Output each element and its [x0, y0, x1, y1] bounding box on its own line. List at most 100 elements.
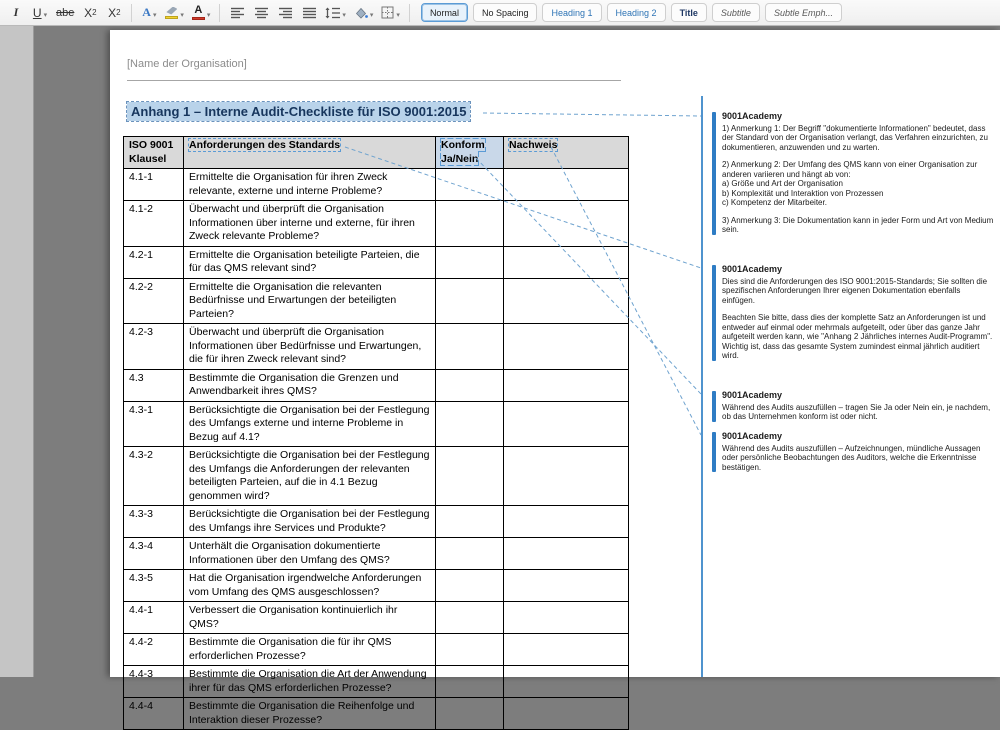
requirement-cell[interactable]: Bestimmte die Organisation die für ihr Q… — [184, 634, 436, 666]
style-chip-subtle-emph-[interactable]: Subtle Emph... — [765, 3, 842, 22]
text-effects-button[interactable]: A — [138, 3, 160, 23]
requirement-cell[interactable]: Bestimmte die Organisation die Art der A… — [184, 666, 436, 698]
clause-cell[interactable]: 4.3-5 — [124, 570, 184, 602]
comment[interactable]: 9001Academy Während des Audits auszufüll… — [712, 432, 994, 472]
align-left-button[interactable] — [226, 3, 248, 23]
header-iso-klausel[interactable]: ISO 9001 Klausel — [124, 137, 184, 169]
document-heading[interactable]: Anhang 1 – Interne Audit-Checkliste für … — [127, 102, 470, 121]
konform-cell[interactable] — [436, 246, 504, 278]
chevron-down-icon — [42, 6, 48, 20]
nachweis-cell[interactable] — [504, 634, 629, 666]
konform-cell[interactable] — [436, 278, 504, 324]
header-konform[interactable]: Konform Ja/Nein — [436, 137, 504, 169]
style-chip-no-spacing[interactable]: No Spacing — [473, 3, 538, 22]
comment[interactable]: 9001Academy Während des Audits auszufüll… — [712, 391, 994, 422]
nachweis-cell[interactable] — [504, 506, 629, 538]
requirement-cell[interactable]: Bestimmte die Organisation die Reihenfol… — [184, 698, 436, 730]
konform-cell[interactable] — [436, 698, 504, 730]
konform-cell[interactable] — [436, 201, 504, 247]
nachweis-cell[interactable] — [504, 201, 629, 247]
nachweis-cell[interactable] — [504, 169, 629, 201]
clause-cell[interactable]: 4.3-1 — [124, 401, 184, 447]
subscript-base: X — [84, 6, 92, 20]
nachweis-cell[interactable] — [504, 369, 629, 401]
requirement-cell[interactable]: Berücksichtigte die Organisation bei der… — [184, 447, 436, 506]
shading-button[interactable] — [351, 3, 377, 23]
comment[interactable]: 9001Academy 1) Anmerkung 1: Der Begriff … — [712, 112, 994, 235]
underline-button[interactable]: U — [29, 3, 51, 23]
nachweis-cell[interactable] — [504, 324, 629, 370]
nachweis-cell[interactable] — [504, 401, 629, 447]
requirement-cell[interactable]: Berücksichtigte die Organisation bei der… — [184, 401, 436, 447]
nachweis-cell[interactable] — [504, 666, 629, 698]
align-right-button[interactable] — [274, 3, 296, 23]
clause-cell[interactable]: 4.4-2 — [124, 634, 184, 666]
borders-button[interactable] — [378, 3, 403, 23]
chevron-down-icon — [205, 6, 211, 20]
style-chip-subtitle[interactable]: Subtitle — [712, 3, 760, 22]
clause-cell[interactable]: 4.3 — [124, 369, 184, 401]
requirement-cell[interactable]: Ermittelte die Organisation beteiligte P… — [184, 246, 436, 278]
left-pane-strip[interactable] — [0, 26, 34, 677]
comment[interactable]: 9001Academy Dies sind die Anforderungen … — [712, 265, 994, 361]
konform-cell[interactable] — [436, 401, 504, 447]
clause-cell[interactable]: 4.3-3 — [124, 506, 184, 538]
align-center-button[interactable] — [250, 3, 272, 23]
requirement-cell[interactable]: Überwacht und überprüft die Organisation… — [184, 201, 436, 247]
nachweis-cell[interactable] — [504, 246, 629, 278]
konform-cell[interactable] — [436, 169, 504, 201]
nachweis-cell[interactable] — [504, 570, 629, 602]
requirement-cell[interactable]: Berücksichtigte die Organisation bei der… — [184, 506, 436, 538]
nachweis-cell[interactable] — [504, 602, 629, 634]
clause-cell[interactable]: 4.2-3 — [124, 324, 184, 370]
konform-cell[interactable] — [436, 324, 504, 370]
clause-cell[interactable]: 4.1-1 — [124, 169, 184, 201]
nachweis-cell[interactable] — [504, 278, 629, 324]
clause-cell[interactable]: 4.2-1 — [124, 246, 184, 278]
style-chip-normal[interactable]: Normal — [421, 3, 468, 22]
style-chip-title[interactable]: Title — [671, 3, 707, 22]
highlight-button[interactable] — [162, 3, 187, 23]
clause-cell[interactable]: 4.4-4 — [124, 698, 184, 730]
superscript-button[interactable]: X2 — [103, 3, 125, 23]
requirement-cell[interactable]: Unterhält die Organisation dokumentierte… — [184, 538, 436, 570]
requirement-cell[interactable]: Verbessert die Organisation kontinuierli… — [184, 602, 436, 634]
konform-cell[interactable] — [436, 570, 504, 602]
align-justify-button[interactable] — [298, 3, 320, 23]
konform-cell[interactable] — [436, 602, 504, 634]
font-color-button[interactable]: A — [189, 3, 214, 23]
requirement-cell[interactable]: Hat die Organisation irgendwelche Anford… — [184, 570, 436, 602]
organisation-name-placeholder[interactable]: [Name der Organisation] — [127, 58, 621, 81]
clause-cell[interactable]: 4.3-4 — [124, 538, 184, 570]
line-spacing-button[interactable] — [322, 3, 349, 23]
align-justify-icon — [303, 7, 316, 19]
nachweis-cell[interactable] — [504, 538, 629, 570]
clause-cell[interactable]: 4.1-2 — [124, 201, 184, 247]
clause-cell[interactable]: 4.4-3 — [124, 666, 184, 698]
nachweis-cell[interactable] — [504, 447, 629, 506]
konform-cell[interactable] — [436, 369, 504, 401]
heading-selected-text[interactable]: Anhang 1 – Interne Audit-Checkliste für … — [127, 102, 470, 121]
requirement-cell[interactable]: Bestimmte die Organisation die Grenzen u… — [184, 369, 436, 401]
konform-cell[interactable] — [436, 666, 504, 698]
requirement-cell[interactable]: Ermittelte die Organisation die relevant… — [184, 278, 436, 324]
style-chip-heading-1[interactable]: Heading 1 — [542, 3, 601, 22]
clause-cell[interactable]: 4.3-2 — [124, 447, 184, 506]
header-nachweis[interactable]: Nachweis — [504, 137, 629, 169]
requirement-cell[interactable]: Ermittelte die Organisation für ihren Zw… — [184, 169, 436, 201]
comment-author: 9001Academy — [722, 112, 994, 122]
clause-cell[interactable]: 4.4-1 — [124, 602, 184, 634]
konform-cell[interactable] — [436, 538, 504, 570]
style-chip-heading-2[interactable]: Heading 2 — [607, 3, 666, 22]
nachweis-cell[interactable] — [504, 698, 629, 730]
konform-cell[interactable] — [436, 506, 504, 538]
strikethrough-button[interactable]: abe — [53, 3, 77, 23]
clause-cell[interactable]: 4.2-2 — [124, 278, 184, 324]
subscript-button[interactable]: X2 — [79, 3, 101, 23]
konform-cell[interactable] — [436, 447, 504, 506]
italic-button[interactable]: I — [5, 3, 27, 23]
requirement-cell[interactable]: Überwacht und überprüft die Organisation… — [184, 324, 436, 370]
konform-cell[interactable] — [436, 634, 504, 666]
header-anforderungen[interactable]: Anforderungen des Standards — [184, 137, 436, 169]
toolbar-separator — [131, 4, 132, 22]
